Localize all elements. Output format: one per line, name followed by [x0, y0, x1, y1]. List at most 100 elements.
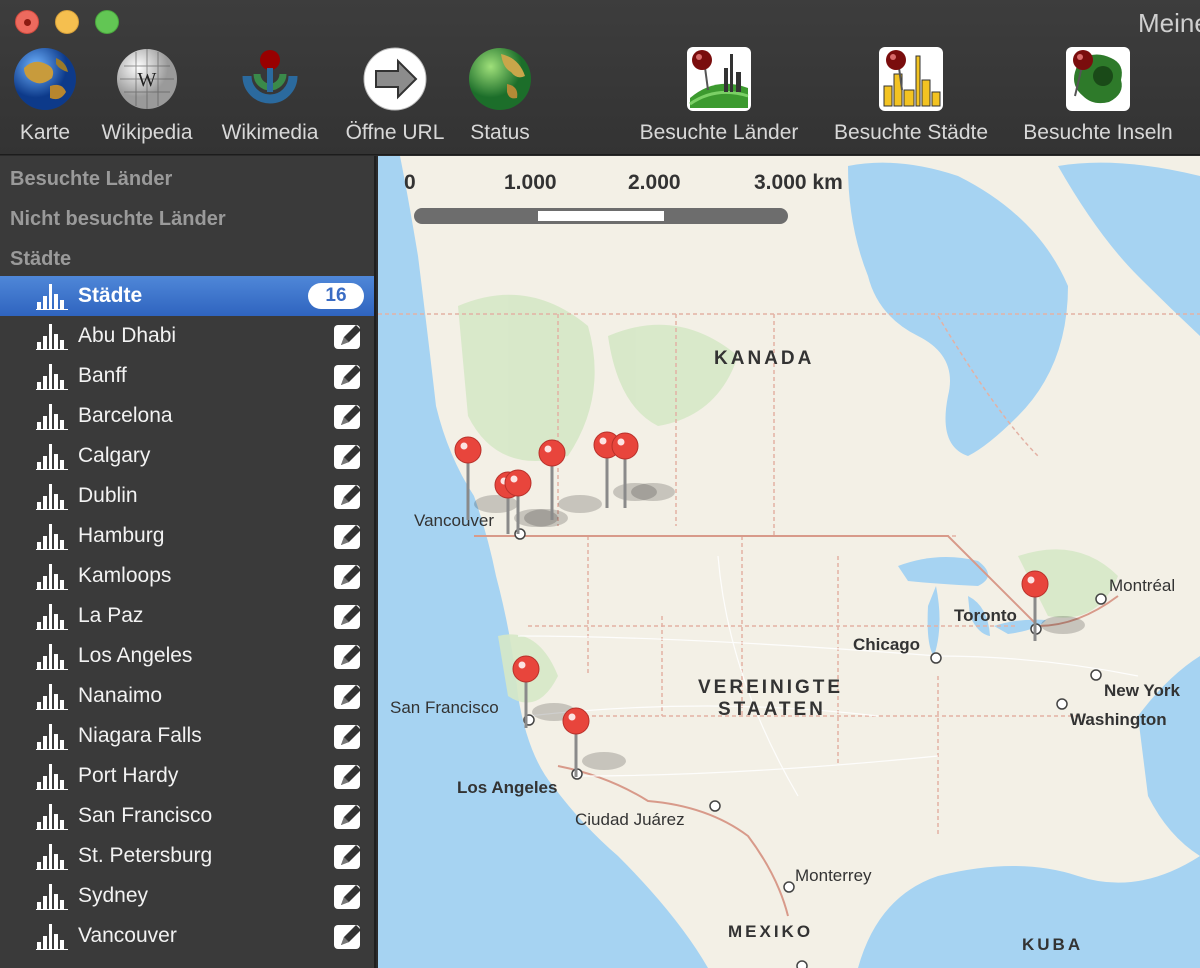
status-globe-icon	[469, 48, 531, 110]
city-skyline-icon	[36, 844, 68, 870]
city-skyline-icon	[36, 484, 68, 510]
toolbar-wikimedia-button[interactable]: Wikimedia	[216, 46, 324, 145]
sidebar-city-row[interactable]: Los Angeles	[0, 636, 374, 676]
sidebar-city-row[interactable]: Abu Dhabi	[0, 316, 374, 356]
globe-icon	[14, 48, 76, 110]
edit-icon[interactable]	[333, 643, 363, 671]
scale-label-0: 0	[404, 171, 416, 194]
edit-icon[interactable]	[333, 323, 363, 351]
sidebar-city-row[interactable]: Dublin	[0, 476, 374, 516]
city-label-vancouver: Vancouver	[414, 511, 494, 530]
edit-icon[interactable]	[333, 923, 363, 951]
sidebar-city-row[interactable]: Nanaimo	[0, 676, 374, 716]
scale-label-3000: 3.000 km	[754, 171, 843, 194]
wikipedia-globe-icon: W	[117, 49, 177, 109]
sidebar-section-visited-countries[interactable]: Besuchte Länder	[10, 168, 172, 191]
arrow-right-icon	[363, 47, 427, 111]
toolbar-visited-countries-button[interactable]: Besuchte Länder	[630, 46, 808, 145]
country-label-usa-line1: VEREINIGTE	[698, 677, 843, 698]
sidebar-city-row[interactable]: La Paz	[0, 596, 374, 636]
city-skyline-icon	[36, 364, 68, 390]
edit-icon[interactable]	[333, 843, 363, 871]
city-label-chicago: Chicago	[853, 635, 920, 654]
city-name: Abu Dhabi	[78, 324, 177, 347]
edit-icon[interactable]	[333, 803, 363, 831]
city-name: Niagara Falls	[78, 724, 202, 747]
city-name: Nanaimo	[78, 684, 163, 707]
city-label-monterrey: Monterrey	[795, 866, 872, 885]
sidebar-city-row[interactable]: San Francisco	[0, 796, 374, 836]
edit-icon[interactable]	[333, 603, 363, 631]
toolbar-status-button[interactable]: Status	[466, 46, 534, 145]
edit-icon[interactable]	[333, 723, 363, 751]
toolbar-visited-cities-label: Besuchte Städte	[833, 121, 989, 144]
edit-icon[interactable]	[333, 563, 363, 591]
window-maximize-button[interactable]	[95, 10, 119, 34]
toolbar-wikipedia-button[interactable]: W Wikipedia	[96, 46, 198, 145]
sidebar-section-cities[interactable]: Städte	[10, 248, 71, 271]
sidebar: Besuchte Länder Nicht besuchte Länder St…	[0, 156, 376, 968]
map-view[interactable]: 0 1.000 2.000 3.000 km KANADA VEREINIGTE…	[378, 156, 1200, 968]
city-label-washington: Washington	[1070, 710, 1167, 729]
city-name: Dublin	[78, 484, 138, 507]
sidebar-city-row[interactable]: Vancouver	[0, 916, 374, 956]
city-name: Sydney	[78, 884, 149, 907]
city-skyline-icon	[36, 524, 68, 550]
sidebar-city-row[interactable]: St. Petersburg	[0, 836, 374, 876]
city-skyline-icon	[36, 884, 68, 910]
scale-label-1000: 1.000	[504, 171, 557, 194]
wikimedia-icon	[242, 50, 298, 104]
country-label-mexico: MEXIKO	[728, 922, 813, 941]
city-name: Calgary	[78, 444, 151, 467]
sidebar-city-row[interactable]: Hamburg	[0, 516, 374, 556]
toolbar-visited-cities-button[interactable]: Besuchte Städte	[824, 46, 998, 145]
edit-icon[interactable]	[333, 363, 363, 391]
window-minimize-button[interactable]	[55, 10, 79, 34]
edit-icon[interactable]	[333, 523, 363, 551]
edit-icon[interactable]	[333, 443, 363, 471]
city-name: Port Hardy	[78, 764, 179, 787]
city-name: Hamburg	[78, 524, 165, 547]
city-name: Los Angeles	[78, 644, 193, 667]
sidebar-city-row[interactable]: Port Hardy	[0, 756, 374, 796]
visited-countries-icon	[687, 47, 751, 111]
sidebar-city-row[interactable]: Kamloops	[0, 556, 374, 596]
toolbar-open-url-button[interactable]: Öffne URL	[340, 46, 450, 145]
sidebar-city-row[interactable]: Barcelona	[0, 396, 374, 436]
country-label-usa-line2: STAATEN	[718, 699, 826, 720]
sidebar-city-row[interactable]: Calgary	[0, 436, 374, 476]
edit-icon[interactable]	[333, 483, 363, 511]
city-skyline-icon	[36, 284, 68, 310]
sidebar-section-unvisited-countries[interactable]: Nicht besuchte Länder	[10, 208, 226, 231]
toolbar-karte-button[interactable]: Karte	[12, 46, 78, 145]
sidebar-city-row[interactable]: Sydney	[0, 876, 374, 916]
city-skyline-icon	[36, 644, 68, 670]
cities-count-badge: 16	[308, 283, 364, 309]
svg-text:W: W	[138, 69, 157, 91]
city-label-ciudad-juarez: Ciudad Juárez	[575, 810, 685, 829]
edit-icon[interactable]	[333, 883, 363, 911]
city-skyline-icon	[36, 924, 68, 950]
window-title: Meine	[1138, 8, 1200, 38]
toolbar-visited-countries-label: Besuchte Länder	[639, 121, 799, 144]
toolbar-karte-label: Karte	[19, 121, 71, 144]
city-label-new-york: New York	[1104, 681, 1180, 700]
city-label-toronto: Toronto	[954, 606, 1017, 625]
visited-islands-icon	[1066, 47, 1130, 111]
city-label-san-francisco: San Francisco	[390, 698, 499, 717]
edit-icon[interactable]	[333, 683, 363, 711]
sidebar-item-cities-selected[interactable]: Städte 16	[0, 276, 374, 316]
city-skyline-icon	[36, 324, 68, 350]
window-close-button[interactable]	[15, 10, 39, 34]
toolbar-visited-islands-button[interactable]: Besuchte Inseln	[1014, 46, 1182, 145]
edit-icon[interactable]	[333, 403, 363, 431]
edit-icon[interactable]	[333, 763, 363, 791]
city-name: St. Petersburg	[78, 844, 213, 867]
city-name: La Paz	[78, 604, 144, 627]
city-name: San Francisco	[78, 804, 213, 827]
toolbar-visited-islands-label: Besuchte Inseln	[1023, 121, 1173, 144]
city-skyline-icon	[36, 684, 68, 710]
sidebar-city-row[interactable]: Niagara Falls	[0, 716, 374, 756]
sidebar-city-row[interactable]: Banff	[0, 356, 374, 396]
city-skyline-icon	[36, 724, 68, 750]
